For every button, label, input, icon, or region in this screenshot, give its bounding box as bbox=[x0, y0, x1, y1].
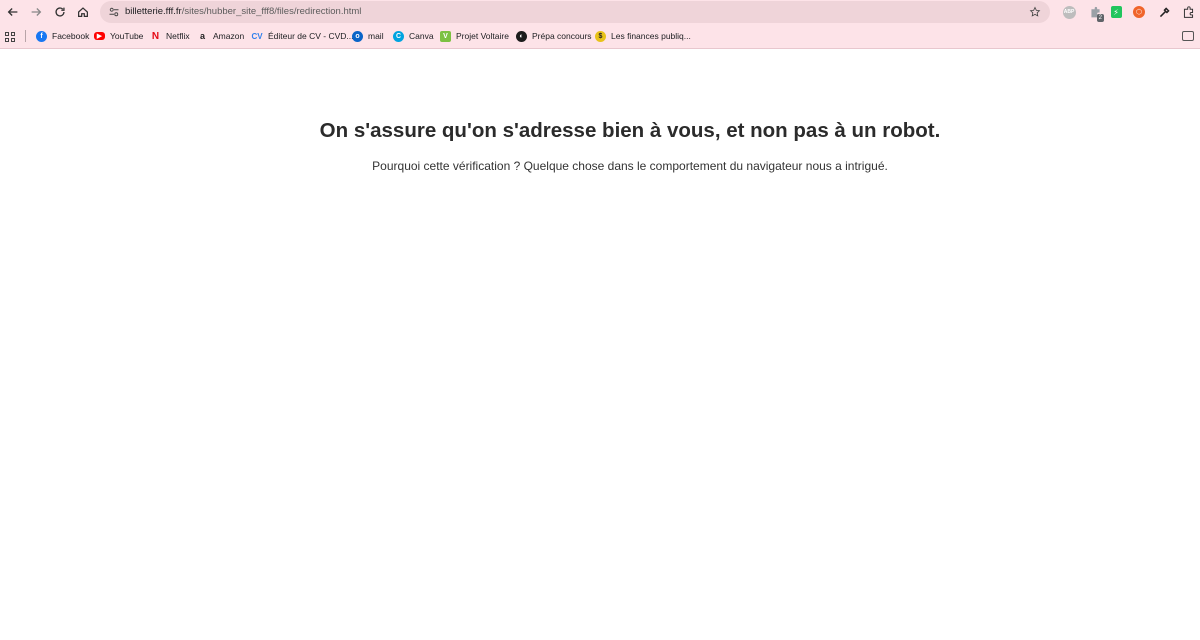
url-text: billetterie.fff.fr/sites/hubber_site_fff… bbox=[125, 6, 361, 17]
hexagon-icon: ⬡ bbox=[1133, 6, 1145, 18]
bookmark-label: mail bbox=[368, 31, 384, 41]
bookmark-label: Netflix bbox=[166, 31, 190, 41]
page-content: On s'assure qu'on s'adresse bien à vous,… bbox=[0, 49, 1200, 639]
home-icon bbox=[78, 7, 88, 17]
bookmark-label: Canva bbox=[409, 31, 434, 41]
facebook-icon: f bbox=[36, 30, 47, 42]
amazon-icon: a bbox=[199, 31, 205, 41]
bookmark-finances-publiques[interactable]: $ Les finances publiq... bbox=[595, 29, 691, 43]
url-path: /sites/hubber_site_fff8/files/redirectio… bbox=[181, 6, 362, 17]
other-bookmarks-folder-icon[interactable] bbox=[1182, 31, 1194, 41]
bookmark-canva[interactable]: C Canva bbox=[393, 29, 434, 43]
home-button[interactable] bbox=[73, 2, 93, 22]
star-icon bbox=[1029, 6, 1041, 17]
outlook-icon: o bbox=[352, 30, 363, 42]
page-subtext: Pourquoi cette vérification ? Quelque ch… bbox=[372, 159, 888, 173]
green-extension[interactable]: ⚡ bbox=[1108, 4, 1124, 20]
cv-editor-icon: CV bbox=[251, 31, 263, 41]
eyedropper-extension[interactable] bbox=[1156, 4, 1172, 20]
canva-icon: C bbox=[393, 30, 404, 42]
youtube-icon: ▶ bbox=[94, 32, 105, 40]
puzzle-icon bbox=[1183, 5, 1193, 18]
bookmarks-divider bbox=[25, 30, 26, 42]
reload-button[interactable] bbox=[50, 2, 70, 22]
apps-grid-icon[interactable] bbox=[5, 32, 15, 42]
netflix-icon: N bbox=[151, 30, 160, 42]
bookmark-netflix[interactable]: N Netflix bbox=[150, 29, 190, 43]
bookmark-label: Les finances publiq... bbox=[611, 31, 691, 41]
adblock-extension[interactable]: ABP bbox=[1061, 4, 1077, 20]
site-info-button[interactable] bbox=[106, 4, 122, 20]
lightning-icon: ⚡ bbox=[1110, 6, 1122, 18]
arrow-right-icon bbox=[31, 8, 42, 16]
bookmark-label: Éditeur de CV - CVD... bbox=[268, 31, 354, 41]
arrow-left-icon bbox=[7, 8, 18, 16]
url-host: billetterie.fff.fr bbox=[125, 6, 182, 17]
prepa-icon: ◐ bbox=[516, 30, 527, 42]
extensions-menu-button[interactable] bbox=[1180, 4, 1196, 20]
bookmark-label: Facebook bbox=[52, 31, 90, 41]
bookmark-cv-editor[interactable]: CV Éditeur de CV - CVD... bbox=[251, 29, 354, 43]
bookmark-projet-voltaire[interactable]: V Projet Voltaire bbox=[440, 29, 509, 43]
reload-icon bbox=[55, 7, 65, 17]
bookmark-label: YouTube bbox=[110, 31, 144, 41]
bookmark-prepa-concours[interactable]: ◐ Prépa concours bbox=[516, 29, 592, 43]
bookmark-facebook[interactable]: f Facebook bbox=[36, 29, 89, 43]
bookmarks-bar: f Facebook ▶ YouTube N Netflix a Amazon … bbox=[0, 25, 1200, 47]
extension-badge: 2 bbox=[1096, 14, 1104, 22]
eyedropper-icon bbox=[1159, 6, 1170, 17]
address-bar[interactable]: billetterie.fff.fr/sites/hubber_site_fff… bbox=[100, 1, 1050, 23]
page-heading: On s'assure qu'on s'adresse bien à vous,… bbox=[319, 119, 941, 142]
bookmark-label: Projet Voltaire bbox=[456, 31, 509, 41]
finances-icon: $ bbox=[595, 30, 606, 42]
bookmark-label: Amazon bbox=[213, 31, 245, 41]
tune-icon bbox=[109, 7, 119, 17]
extension-with-badge[interactable]: 2 bbox=[1087, 4, 1104, 22]
bookmark-mail[interactable]: o mail bbox=[352, 29, 384, 43]
orange-extension[interactable]: ⬡ bbox=[1131, 4, 1147, 20]
voltaire-icon: V bbox=[440, 30, 451, 42]
bookmark-label: Prépa concours bbox=[532, 31, 592, 41]
browser-chrome: billetterie.fff.fr/sites/hubber_site_fff… bbox=[0, 0, 1200, 49]
browser-toolbar: billetterie.fff.fr/sites/hubber_site_fff… bbox=[0, 0, 1200, 24]
bookmark-star-button[interactable] bbox=[1027, 4, 1043, 20]
abp-icon: ABP bbox=[1062, 5, 1076, 19]
back-button[interactable] bbox=[3, 2, 23, 22]
bookmark-youtube[interactable]: ▶ YouTube bbox=[94, 29, 143, 43]
forward-button[interactable] bbox=[26, 2, 46, 22]
bookmark-amazon[interactable]: a Amazon bbox=[197, 29, 244, 43]
